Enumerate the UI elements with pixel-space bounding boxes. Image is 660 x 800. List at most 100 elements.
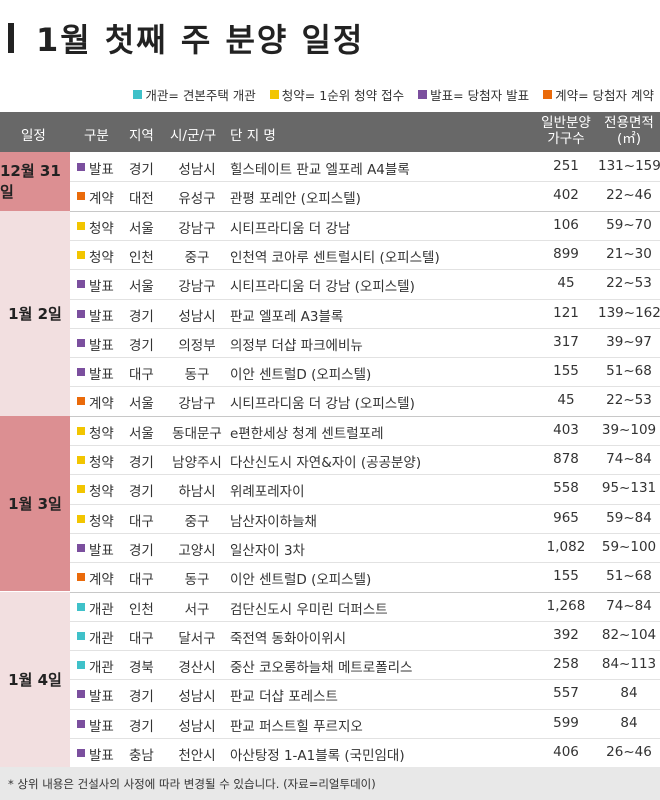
region-cell: 대구 <box>129 572 154 589</box>
area-cell: 74~84 <box>606 597 652 614</box>
type-marker <box>77 221 85 230</box>
type-marker <box>77 456 85 464</box>
region-cell: 서울 <box>129 220 154 237</box>
units-cell: 392 <box>553 626 579 643</box>
complex-cell: e편한세상 청계 센트럴포레 <box>230 425 384 442</box>
type-cell: 청약 <box>89 513 114 530</box>
area-cell: 84~113 <box>601 656 657 673</box>
area-cell: 26~46 <box>606 744 652 760</box>
type-cell: 청약 <box>89 249 114 266</box>
legend-swatch <box>418 89 428 99</box>
units-cell: 317 <box>553 333 579 350</box>
district-cell: 성남시 <box>178 689 216 706</box>
complex-cell: 판교 퍼스트힐 푸르지오 <box>230 718 363 735</box>
complex-cell: 의정부 더샵 파크에비뉴 <box>230 337 363 354</box>
complex-cell: 시티프라디움 더 강남 (오피스텔) <box>230 396 415 413</box>
header-units: 일반분양 가구수 <box>541 115 591 147</box>
type-cell: 개관 <box>89 660 114 677</box>
legend-label: 개관= 견본주택 개관 <box>145 87 256 103</box>
area-cell: 22~53 <box>606 275 652 292</box>
district-cell: 남양주시 <box>172 455 222 471</box>
type-marker <box>77 661 85 670</box>
district-cell: 유성구 <box>178 191 216 208</box>
legend-label: 계약= 당첨자 계약 <box>555 87 654 103</box>
units-cell: 599 <box>553 714 579 731</box>
type-marker <box>77 602 85 611</box>
type-cell: 계약 <box>89 191 114 208</box>
area-cell: 51~68 <box>606 363 652 380</box>
region-cell: 대전 <box>129 191 154 208</box>
district-cell: 성남시 <box>178 162 216 178</box>
region-cell: 대구 <box>129 513 154 530</box>
type-cell: 발표 <box>89 542 114 559</box>
type-marker <box>77 690 85 699</box>
table-row: 발표 서울 강남구 시티프라디움 더 강남 (오피스텔) 45 22~53 <box>70 269 660 298</box>
type-marker <box>77 573 85 582</box>
type-cell: 청약 <box>89 220 114 237</box>
header-complex: 단 지 명 <box>230 128 276 144</box>
complex-cell: 관평 포레안 (오피스텔) <box>230 191 361 208</box>
region-cell: 경기 <box>129 542 154 559</box>
district-cell: 동구 <box>184 367 210 384</box>
units-cell: 558 <box>553 480 579 497</box>
legend-swatch <box>543 89 553 99</box>
area-cell: 21~30 <box>606 245 652 262</box>
date-cell: 12월 31일 <box>0 152 70 211</box>
type-cell: 계약 <box>89 396 114 413</box>
complex-cell: 다산신도시 자연&자이 (공공분양) <box>230 455 422 471</box>
units-cell: 155 <box>553 363 579 380</box>
region-cell: 경북 <box>129 660 154 677</box>
units-cell: 403 <box>553 421 579 438</box>
area-cell: 59~100 <box>601 538 657 555</box>
type-cell: 발표 <box>89 718 114 735</box>
table-row: 발표 경기 성남시 판교 더샵 포레스트 557 84 <box>70 679 660 708</box>
area-cell: 22~46 <box>606 187 652 204</box>
table-row: 청약 인천 중구 인천역 코아루 센트럴시티 (오피스텔) 899 21~30 <box>70 240 660 269</box>
table-row: 청약 서울 강남구 시티프라디움 더 강남 106 59~70 <box>70 211 660 240</box>
area-cell: 22~53 <box>606 392 652 409</box>
district-cell: 동대문구 <box>172 425 222 442</box>
date-cell: 1월 4일 <box>0 591 70 768</box>
type-marker <box>77 368 85 377</box>
legend-swatch <box>133 89 143 99</box>
district-cell: 달서구 <box>178 630 216 647</box>
units-cell: 251 <box>553 158 579 174</box>
title-row: 1월 첫째 주 분양 일정 <box>0 0 660 76</box>
type-cell: 청약 <box>89 484 114 501</box>
type-marker <box>77 280 85 289</box>
area-cell: 59~70 <box>606 216 652 233</box>
district-cell: 경산시 <box>178 660 216 677</box>
type-marker <box>77 514 85 523</box>
area-cell: 82~104 <box>601 626 657 643</box>
table-row: 발표 경기 고양시 일산자이 3차 1,082 59~100 <box>70 533 660 562</box>
complex-cell: 힐스테이트 판교 엘포레 A4블록 <box>230 162 410 178</box>
units-cell: 406 <box>553 744 579 760</box>
district-cell: 천안시 <box>178 748 216 764</box>
type-cell: 발표 <box>89 279 114 296</box>
units-cell: 878 <box>553 451 579 467</box>
type-cell: 청약 <box>89 425 114 442</box>
area-cell: 39~109 <box>601 421 657 438</box>
units-cell: 45 <box>557 392 575 409</box>
complex-cell: 검단신도시 우미린 더퍼스트 <box>230 601 388 618</box>
complex-cell: 남산자이하늘채 <box>230 513 317 530</box>
table-row: 계약 대전 유성구 관평 포레안 (오피스텔) 402 22~46 <box>70 181 660 210</box>
region-cell: 서울 <box>129 425 154 442</box>
type-cell: 청약 <box>89 455 114 471</box>
legend-item: 청약= 1순위 청약 접수 <box>269 85 404 104</box>
district-cell: 성남시 <box>178 718 216 735</box>
title-accent-bar <box>8 23 14 53</box>
date-cell: 1월 2일 <box>0 210 70 416</box>
header-region: 지역 <box>129 128 154 144</box>
type-marker <box>77 631 85 640</box>
district-cell: 중구 <box>184 249 210 266</box>
district-cell: 중구 <box>184 513 210 530</box>
table-row: 청약 대구 중구 남산자이하늘채 965 59~84 <box>70 504 660 533</box>
complex-cell: 죽전역 동화아이위시 <box>230 630 347 647</box>
area-cell: 74~84 <box>606 451 652 467</box>
complex-cell: 이안 센트럴D (오피스텔) <box>230 572 372 589</box>
units-cell: 899 <box>553 245 579 262</box>
complex-cell: 위례포레자이 <box>230 484 305 501</box>
complex-cell: 판교 더샵 포레스트 <box>230 689 338 706</box>
region-cell: 대구 <box>129 367 154 384</box>
